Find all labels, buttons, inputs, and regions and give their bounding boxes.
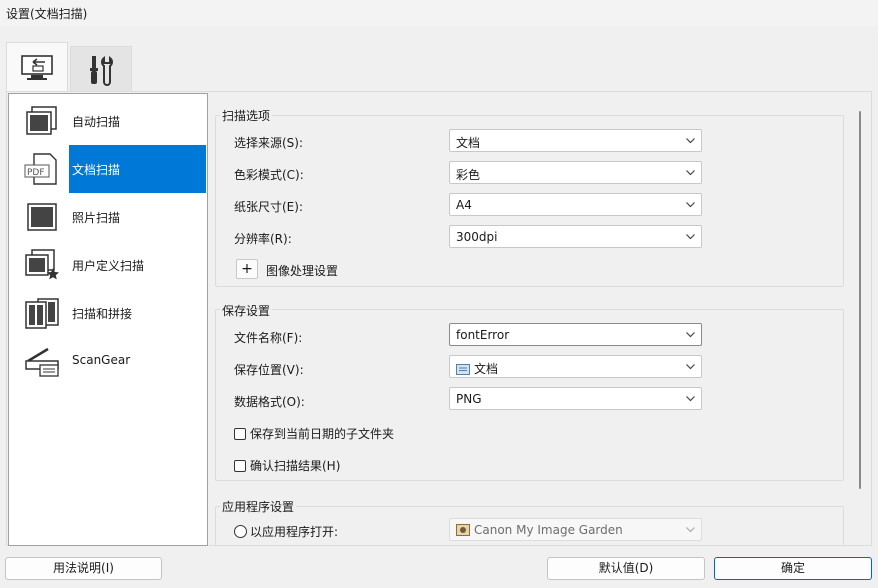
source-label: 选择来源(S): xyxy=(234,136,304,150)
filename-label: 文件名称(F): xyxy=(234,331,303,345)
chevron-down-icon xyxy=(686,332,695,338)
tab-scan-from-computer[interactable] xyxy=(6,42,68,93)
documents-folder-icon xyxy=(456,364,470,375)
sidebar-item-auto-scan[interactable]: 自动扫描 xyxy=(10,97,206,145)
confirm-results-checkbox[interactable] xyxy=(234,459,246,472)
data-format-select[interactable]: PNG xyxy=(449,387,702,410)
image-processing-label: 图像处理设置 xyxy=(266,264,339,278)
open-with-value: Canon My Image Garden xyxy=(474,523,623,537)
sidebar-item-label: 照片扫描 xyxy=(72,211,121,225)
source-value: 文档 xyxy=(456,136,481,150)
image-garden-app-icon xyxy=(456,524,470,536)
data-format-value: PNG xyxy=(456,392,482,406)
sidebar-item-label: 自动扫描 xyxy=(72,115,121,129)
open-with-radio-row[interactable]: 以应用程序打开: xyxy=(234,523,338,540)
save-location-value: 文档 xyxy=(474,362,499,376)
color-mode-value: 彩色 xyxy=(456,168,481,182)
chevron-down-icon xyxy=(686,527,695,533)
tools-icon xyxy=(90,55,113,86)
sidebar-item-label: 用户定义扫描 xyxy=(72,259,145,273)
color-mode-select[interactable]: 彩色 xyxy=(449,161,702,184)
paper-size-label: 纸张尺寸(E): xyxy=(234,200,303,214)
pdf-document-icon: PDF xyxy=(24,153,57,185)
sidebar-item-custom-scan[interactable]: 用户定义扫描 xyxy=(10,241,206,289)
ok-button[interactable]: 确定 xyxy=(714,557,872,580)
chevron-down-icon xyxy=(686,234,695,240)
computer-scan-icon xyxy=(21,55,53,80)
save-location-label: 保存位置(V): xyxy=(234,363,304,377)
chevron-down-icon xyxy=(686,364,695,370)
custom-scan-icon xyxy=(25,249,59,280)
sidebar-item-scangear[interactable]: ScanGear xyxy=(10,337,206,385)
content-scrollbar[interactable] xyxy=(857,93,863,545)
resolution-label: 分辨率(R): xyxy=(234,232,292,246)
svg-text:PDF: PDF xyxy=(27,168,45,178)
filename-value: fontError xyxy=(456,328,510,342)
tab-general-settings[interactable] xyxy=(70,46,132,92)
confirm-results-checkbox-row[interactable]: 确认扫描结果(H) xyxy=(234,457,340,474)
confirm-results-label: 确认扫描结果(H) xyxy=(250,459,341,473)
paper-size-select[interactable]: A4 xyxy=(449,193,702,216)
resolution-value: 300dpi xyxy=(456,230,498,244)
sidebar-item-label: 扫描和拼接 xyxy=(72,307,133,321)
chevron-down-icon xyxy=(686,170,695,176)
subfolder-checkbox-row[interactable]: 保存到当前日期的子文件夹 xyxy=(234,425,394,442)
open-with-radio[interactable] xyxy=(234,525,247,538)
stitch-scan-icon xyxy=(25,298,59,329)
expand-image-processing-button[interactable]: + xyxy=(236,259,258,279)
paper-size-value: A4 xyxy=(456,198,472,212)
filename-input[interactable]: fontError xyxy=(449,323,702,346)
chevron-down-icon xyxy=(686,138,695,144)
subfolder-label: 保存到当前日期的子文件夹 xyxy=(250,427,395,441)
open-with-select[interactable]: Canon My Image Garden xyxy=(449,518,702,541)
source-select[interactable]: 文档 xyxy=(449,129,702,152)
sidebar-item-document-scan[interactable]: PDF 文档扫描 xyxy=(10,145,206,193)
top-tab-strip xyxy=(0,40,878,93)
sidebar-item-label: 文档扫描 xyxy=(72,163,121,177)
app-settings-title: 应用程序设置 xyxy=(220,498,297,515)
data-format-label: 数据格式(O): xyxy=(234,395,305,409)
defaults-button[interactable]: 默认值(D) xyxy=(547,557,705,580)
scangear-icon xyxy=(25,347,59,377)
window-title: 设置(文档扫描) xyxy=(6,7,88,21)
open-with-label: 以应用程序打开: xyxy=(250,525,339,539)
chevron-down-icon xyxy=(686,396,695,402)
window-title-bar: 设置(文档扫描) xyxy=(0,0,878,26)
sidebar-item-stitch-scan[interactable]: 扫描和拼接 xyxy=(10,289,206,337)
sidebar-item-photo-scan[interactable]: 照片扫描 xyxy=(10,193,206,241)
color-mode-label: 色彩模式(C): xyxy=(234,168,304,182)
photo-scan-icon xyxy=(27,203,57,231)
sidebar-item-label: ScanGear xyxy=(72,353,131,367)
scan-type-sidebar: 自动扫描 PDF 文档扫描 照片扫描 用户定义扫描 扫描和拼接 ScanGear xyxy=(8,93,208,546)
settings-content-pane: 扫描选项 选择来源(S): 文档 色彩模式(C): 彩色 纸张尺寸(E): A4… xyxy=(212,93,852,545)
scan-options-title: 扫描选项 xyxy=(220,107,273,124)
save-location-select[interactable]: 文档 xyxy=(449,355,702,378)
subfolder-checkbox[interactable] xyxy=(234,427,246,440)
resolution-select[interactable]: 300dpi xyxy=(449,225,702,248)
help-button[interactable]: 用法说明(I) xyxy=(5,557,162,580)
auto-scan-icon xyxy=(26,106,57,135)
chevron-down-icon xyxy=(686,202,695,208)
save-settings-title: 保存设置 xyxy=(220,302,273,319)
scrollbar-thumb[interactable] xyxy=(859,111,861,489)
